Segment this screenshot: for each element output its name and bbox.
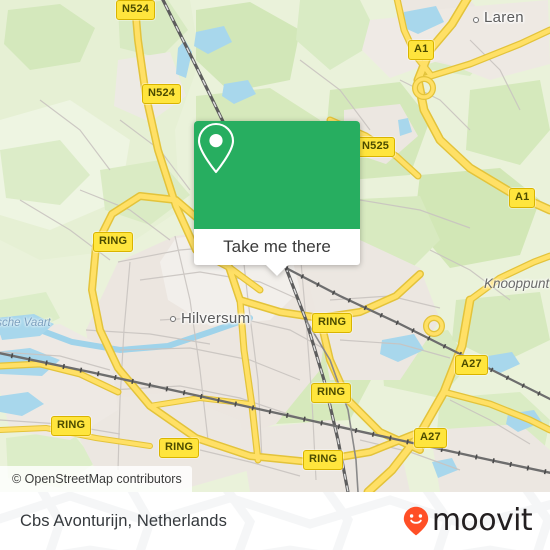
map-screenshot: N524 N524 N525 A1 A1 RING RING RING RING… [0,0,550,550]
moovit-logo[interactable]: moovit [403,503,533,538]
map-canvas[interactable]: N524 N524 N525 A1 A1 RING RING RING RING… [0,0,550,492]
city-marker-hilversum [170,316,176,322]
city-marker-laren [473,17,479,23]
footer-bar: Cbs Avonturijn, Netherlands moovit [0,492,550,550]
moovit-wordmark: moovit [431,503,533,538]
map-pin-icon [197,122,235,174]
map-attribution[interactable]: © OpenStreetMap contributors [0,466,192,492]
card-pointer-tail [266,265,288,276]
take-me-there-button[interactable]: Take me there [194,229,360,276]
take-me-there-label: Take me there [223,237,331,256]
take-me-there-card[interactable]: Take me there [194,121,360,276]
footer-content: Cbs Avonturijn, Netherlands moovit [0,492,550,550]
place-name: Cbs Avonturijn, Netherlands [20,511,227,530]
attribution-text: © OpenStreetMap contributors [12,472,182,486]
card-green-header [194,121,360,229]
moovit-pin-smile-icon [403,506,429,536]
